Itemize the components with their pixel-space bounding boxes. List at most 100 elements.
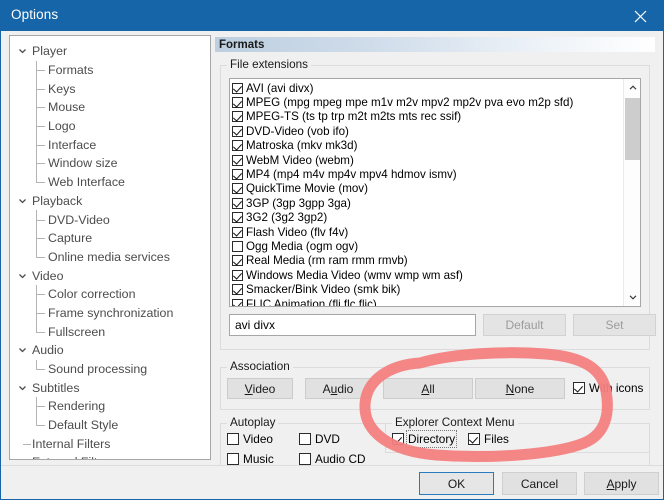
- checkbox-box[interactable]: [232, 111, 243, 123]
- file-extension-item[interactable]: Smacker/Bink Video (smk bik): [232, 282, 623, 296]
- settings-tree[interactable]: Player Formats Keys Mouse Logo Interface Windo…: [9, 35, 211, 460]
- extension-input[interactable]: [229, 314, 476, 336]
- file-extension-item[interactable]: Matroska (mkv mk3d): [232, 139, 623, 153]
- sidebar-item-window-size[interactable]: Window size: [10, 154, 210, 173]
- sidebar-item-subtitles[interactable]: Subtitles: [10, 378, 210, 397]
- chevron-up-icon[interactable]: [624, 79, 640, 96]
- associate-all-button[interactable]: All: [383, 378, 473, 399]
- file-extension-label: MPEG (mpg mpeg mpe m1v m2v mpv2 mp2v pva…: [246, 96, 574, 110]
- sidebar-item-player[interactable]: Player: [10, 42, 210, 61]
- sidebar-item-sound-processing[interactable]: Sound processing: [10, 359, 210, 379]
- chevron-down-icon[interactable]: [18, 383, 27, 392]
- file-extension-item[interactable]: WebM Video (webm): [232, 153, 623, 167]
- sidebar-item-label: Video: [32, 268, 64, 283]
- checkbox-box[interactable]: [232, 125, 243, 137]
- file-extension-item[interactable]: MPEG-TS (ts tp trp m2t m2ts mts rec ssif…: [232, 110, 623, 124]
- file-extension-item[interactable]: Real Media (rm ram rmm rmvb): [232, 254, 623, 268]
- file-extension-item[interactable]: 3GP (3gp 3gpp 3ga): [232, 196, 623, 210]
- sidebar-item-label: Color correction: [48, 287, 136, 302]
- explorer-directory-checkbox[interactable]: Directory: [392, 430, 458, 448]
- file-extension-label: 3G2 (3g2 3gp2): [246, 211, 328, 225]
- checkbox-box[interactable]: [232, 183, 243, 195]
- sidebar-item-color-correction[interactable]: Color correction: [10, 284, 210, 304]
- sidebar-item-label: Keys: [48, 81, 76, 96]
- autoplay-video-checkbox[interactable]: Video: [227, 432, 273, 446]
- tree-connector: [36, 425, 45, 427]
- file-extension-item[interactable]: FLIC Animation (fli flc flic): [232, 297, 623, 306]
- checkbox-box[interactable]: [232, 212, 243, 224]
- checkbox-box[interactable]: [232, 140, 243, 152]
- file-extension-label: DVD-Video (vob ifo): [246, 124, 349, 138]
- sidebar-item-fullscreen[interactable]: Fullscreen: [10, 322, 210, 341]
- file-extension-item[interactable]: Flash Video (flv f4v): [232, 225, 623, 239]
- sidebar-item-keys[interactable]: Keys: [10, 79, 210, 99]
- checkbox-box[interactable]: [232, 255, 243, 267]
- associate-none-button[interactable]: None: [475, 378, 565, 399]
- file-extension-item[interactable]: Ogg Media (ogm ogv): [232, 239, 623, 253]
- checkbox-box[interactable]: [232, 169, 243, 181]
- tree-connector: [36, 247, 37, 257]
- sidebar-item-online-media-services[interactable]: Online media services: [10, 247, 210, 267]
- sidebar-item-rendering[interactable]: Rendering: [10, 397, 210, 416]
- chevron-down-icon[interactable]: [18, 271, 27, 280]
- sidebar-item-frame-synchronization[interactable]: Frame synchronization: [10, 303, 210, 323]
- sidebar-item-mouse[interactable]: Mouse: [10, 98, 210, 117]
- file-extensions-list[interactable]: AVI (avi divx) MPEG (mpg mpeg mpe m1v m2v…: [229, 78, 641, 307]
- autoplay-music-checkbox[interactable]: Music: [227, 452, 274, 466]
- sidebar-item-interface[interactable]: Interface: [10, 135, 210, 155]
- sidebar-item-capture[interactable]: Capture: [10, 228, 210, 248]
- checkbox-box[interactable]: [232, 298, 243, 306]
- associate-none-label: one: [514, 381, 535, 396]
- with-icons-checkbox[interactable]: With icons: [573, 381, 643, 395]
- file-extensions-scrollbar[interactable]: [623, 79, 640, 306]
- close-icon[interactable]: [617, 1, 663, 31]
- apply-button[interactable]: Apply: [584, 472, 659, 495]
- scrollbar-thumb[interactable]: [625, 98, 640, 160]
- checkbox-box[interactable]: [232, 197, 243, 209]
- checkbox-box[interactable]: [232, 97, 243, 109]
- file-extension-label: AVI (avi divx): [246, 81, 314, 95]
- sidebar-item-logo[interactable]: Logo: [10, 116, 210, 136]
- sidebar-item-formats[interactable]: Formats: [10, 60, 210, 80]
- cancel-button[interactable]: Cancel: [502, 472, 577, 495]
- file-extension-item[interactable]: 3G2 (3g2 3gp2): [232, 211, 623, 225]
- checkbox-box[interactable]: [232, 82, 243, 94]
- sidebar-item-audio[interactable]: Audio: [10, 341, 210, 360]
- checkbox-box[interactable]: [232, 154, 243, 166]
- file-extension-item[interactable]: DVD-Video (vob ifo): [232, 124, 623, 138]
- sidebar-item-default-style[interactable]: Default Style: [10, 415, 210, 435]
- file-extension-item[interactable]: MP4 (mp4 m4v mp4v mpv4 hdmov ismv): [232, 167, 623, 181]
- explorer-files-checkbox[interactable]: Files: [468, 432, 509, 446]
- checkbox-box[interactable]: [232, 269, 243, 281]
- explorer-directory-label: Directory: [405, 430, 458, 448]
- file-extension-item[interactable]: QuickTime Movie (mov): [232, 182, 623, 196]
- ok-button[interactable]: OK: [419, 472, 494, 495]
- chevron-down-icon[interactable]: [624, 289, 640, 306]
- checkbox-box[interactable]: [232, 284, 243, 296]
- associate-video-button[interactable]: Video: [227, 378, 293, 399]
- chevron-down-icon[interactable]: [18, 346, 27, 355]
- checkbox-box[interactable]: [232, 240, 243, 252]
- sidebar-item-external-filters[interactable]: External Filters: [10, 453, 210, 459]
- autoplay-dvd-checkbox[interactable]: DVD: [299, 432, 340, 446]
- sidebar-item-dvd-video[interactable]: DVD-Video: [10, 210, 210, 229]
- autoplay-audiocd-checkbox[interactable]: Audio CD: [299, 452, 366, 466]
- chevron-down-icon[interactable]: [18, 196, 27, 205]
- checkbox-box: [227, 433, 239, 445]
- file-extension-item[interactable]: MPEG (mpg mpeg mpe m1v m2v mpv2 mp2v pva…: [232, 95, 623, 109]
- file-extension-item[interactable]: Windows Media Video (wmv wmp wm asf): [232, 268, 623, 282]
- checkbox-box[interactable]: [232, 226, 243, 238]
- file-extension-label: Windows Media Video (wmv wmp wm asf): [246, 268, 463, 282]
- association-group-label: Association: [227, 360, 293, 373]
- sidebar-item-internal-filters[interactable]: Internal Filters: [10, 434, 210, 453]
- sidebar-item-playback[interactable]: Playback: [10, 192, 210, 211]
- sidebar-item-web-interface[interactable]: Web Interface: [10, 172, 210, 192]
- default-button[interactable]: Default: [483, 314, 566, 336]
- chevron-down-icon[interactable]: [18, 47, 27, 56]
- chevron-down-icon[interactable]: [18, 458, 27, 459]
- associate-audio-button[interactable]: Au dio: [305, 378, 371, 399]
- file-extension-label: Ogg Media (ogm ogv): [246, 239, 359, 253]
- file-extension-item[interactable]: AVI (avi divx): [232, 81, 623, 95]
- sidebar-item-video[interactable]: Video: [10, 266, 210, 285]
- set-button[interactable]: Set: [573, 314, 656, 336]
